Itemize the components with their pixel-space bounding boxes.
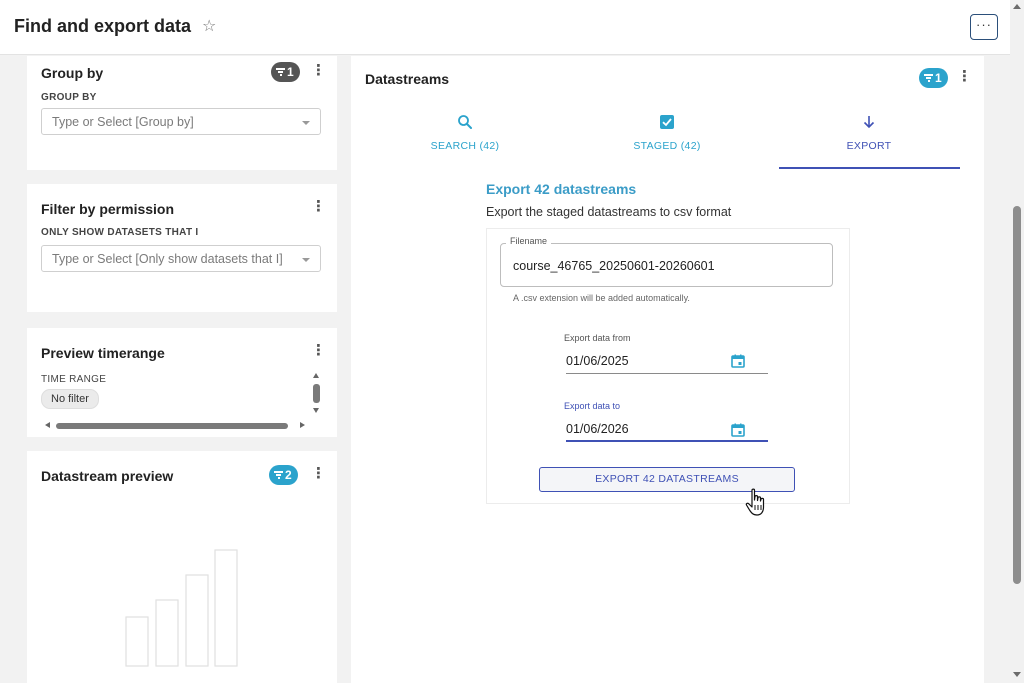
preview-timerange-title: Preview timerange: [41, 345, 165, 361]
tab-export-label: EXPORT: [846, 140, 892, 152]
bar-chart-placeholder-icon: [125, 549, 238, 667]
group-by-title: Group by: [41, 65, 104, 81]
export-from-label: Export data from: [564, 333, 631, 343]
group-by-badge-count: 1: [287, 65, 294, 79]
active-tab-indicator: [779, 167, 960, 169]
filter-icon: [276, 68, 285, 76]
datastream-preview-title: Datastream preview: [41, 468, 174, 484]
checkbox-checked-icon: [577, 114, 757, 132]
timerange-scroll-up-icon[interactable]: [313, 373, 319, 378]
preview-timerange-section-label: TIME RANGE: [41, 374, 107, 385]
datastreams-badge-count: 1: [935, 71, 942, 85]
group-by-menu-icon[interactable]: ⋮: [311, 63, 326, 79]
export-from-underline: [566, 373, 768, 374]
timerange-scroll-left-icon[interactable]: [45, 422, 50, 428]
filter-permission-card: Filter by permission ⋮ ONLY SHOW DATASET…: [27, 184, 337, 312]
export-description: Export the staged datastreams to csv for…: [486, 205, 732, 219]
time-range-filter-chip[interactable]: No filter: [41, 389, 99, 409]
tab-staged-label: STAGED (42): [633, 140, 701, 152]
datastreams-menu-icon[interactable]: ⋮: [957, 69, 972, 85]
arrow-down-icon: [779, 114, 959, 132]
page-title: Find and export data: [14, 16, 192, 36]
datastream-preview-filter-badge[interactable]: 2: [269, 465, 298, 485]
filename-hint: A .csv extension will be added automatic…: [513, 293, 690, 303]
more-options-button[interactable]: ···: [970, 14, 998, 40]
scroll-down-arrow-icon[interactable]: [1013, 672, 1021, 677]
timerange-scroll-right-icon[interactable]: [300, 422, 305, 428]
datastreams-filter-badge[interactable]: 1: [919, 68, 948, 88]
chevron-down-icon: [302, 121, 310, 125]
timerange-scroll-down-icon[interactable]: [313, 408, 319, 413]
scroll-up-arrow-icon[interactable]: [1013, 4, 1021, 9]
filter-permission-select[interactable]: Type or Select [Only show datasets that …: [41, 245, 321, 272]
export-title: Export 42 datastreams: [486, 181, 637, 197]
export-to-label: Export data to: [564, 401, 621, 411]
preview-timerange-card: Preview timerange ⋮ TIME RANGE No filter: [27, 328, 337, 437]
tab-staged[interactable]: STAGED (42): [577, 110, 757, 168]
export-from-input[interactable]: 01/06/2025: [566, 354, 629, 368]
group-by-section-label: GROUP BY: [41, 92, 97, 103]
filter-icon: [274, 471, 283, 479]
datastream-preview-card: Datastream preview 2 ⋮: [27, 451, 337, 683]
calendar-icon[interactable]: [731, 354, 745, 368]
group-by-select[interactable]: Type or Select [Group by]: [41, 108, 321, 135]
filter-permission-menu-icon[interactable]: ⋮: [311, 199, 326, 215]
star-icon[interactable]: ☆: [202, 16, 216, 36]
page-scrollbar-thumb[interactable]: [1013, 206, 1021, 584]
export-to-input[interactable]: 01/06/2026: [566, 422, 629, 436]
filter-permission-section-label: ONLY SHOW DATASETS THAT I: [41, 227, 199, 238]
timerange-vertical-scroll-thumb[interactable]: [313, 384, 320, 403]
page-header: Find and export data ☆ ···: [0, 0, 1010, 55]
group-by-filter-badge[interactable]: 1: [271, 62, 300, 82]
preview-timerange-menu-icon[interactable]: ⋮: [311, 343, 326, 359]
export-to-underline: [566, 440, 768, 442]
filename-value[interactable]: course_46765_20250601-20260601: [513, 259, 715, 273]
tab-search-label: SEARCH (42): [430, 140, 500, 152]
hand-cursor-icon: [745, 488, 765, 516]
filename-label: Filename: [506, 236, 552, 246]
filter-permission-placeholder: Type or Select [Only show datasets that …: [52, 252, 283, 266]
datastream-preview-menu-icon[interactable]: ⋮: [311, 466, 326, 482]
tab-search[interactable]: SEARCH (42): [375, 110, 555, 168]
timerange-horizontal-scroll-thumb[interactable]: [56, 423, 288, 429]
datastream-preview-badge-count: 2: [285, 468, 292, 482]
group-by-placeholder: Type or Select [Group by]: [52, 115, 194, 129]
tab-export[interactable]: EXPORT: [779, 110, 959, 168]
chevron-down-icon: [302, 258, 310, 262]
datastreams-title: Datastreams: [365, 71, 450, 87]
group-by-card: Group by 1 ⋮ GROUP BY Type or Select [Gr…: [27, 56, 337, 170]
filter-icon: [924, 74, 933, 82]
search-icon: [375, 114, 555, 132]
filter-permission-title: Filter by permission: [41, 201, 175, 217]
calendar-icon[interactable]: [731, 423, 745, 437]
